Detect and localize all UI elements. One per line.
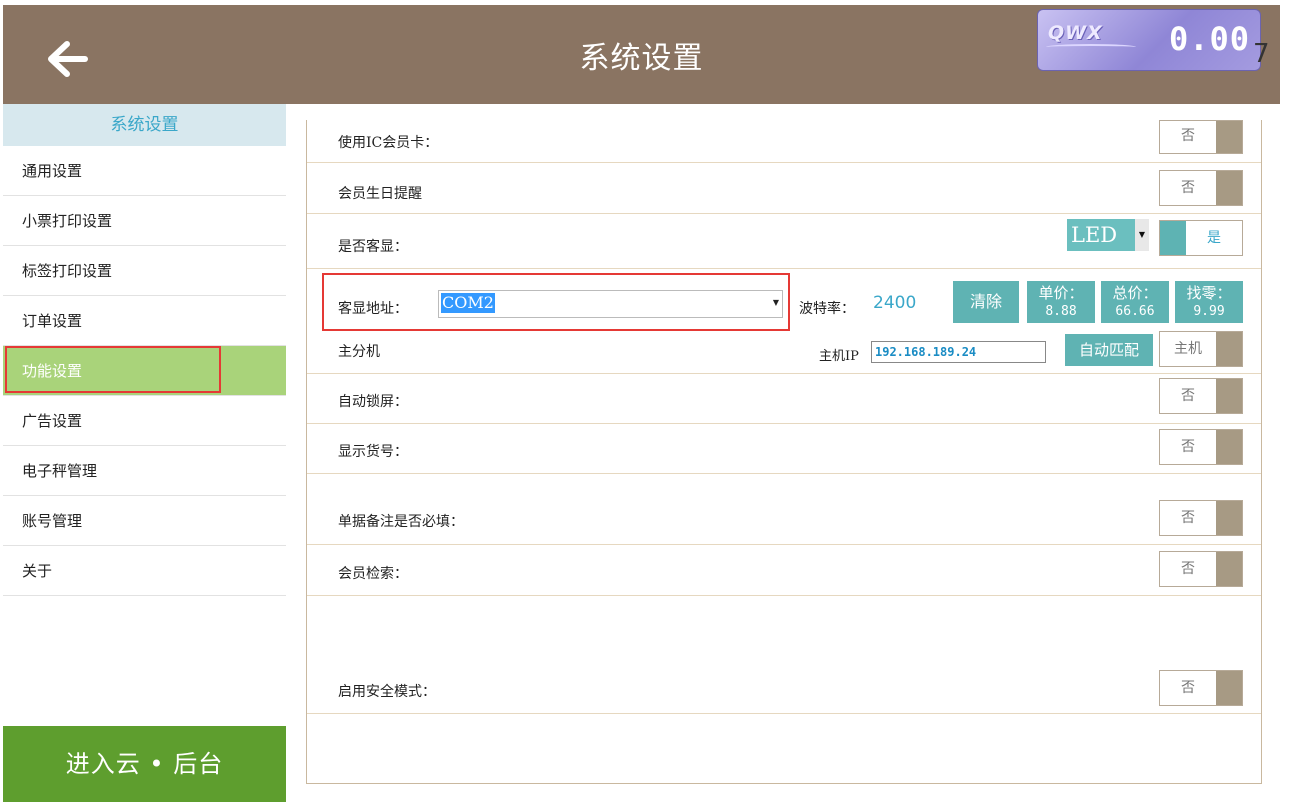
toggle-text: 否 [1181, 128, 1195, 144]
setting-row-member-search: 会员检索： 否 [307, 545, 1261, 596]
show-sku-label: 显示货号： [338, 444, 408, 460]
function-highlight-box [5, 346, 221, 393]
toggle-knob [1160, 221, 1186, 255]
edge-digit: 7 [1253, 39, 1270, 69]
host-ip-input[interactable]: 192.168.189.24 [871, 341, 1046, 363]
setting-row-note-required: 单据备注是否必填： 否 [307, 474, 1261, 545]
toggle-knob [1216, 552, 1242, 586]
sidebar-item-scale[interactable]: 电子秤管理 [3, 446, 286, 496]
auto-match-button[interactable]: 自动匹配 [1065, 334, 1153, 366]
display-type-value: LED [1071, 223, 1118, 247]
toggle-knob [1216, 332, 1242, 366]
total-price-button[interactable]: 总价： 66.66 [1101, 281, 1169, 323]
ic-card-label: 使用IC会员卡： [338, 135, 439, 151]
toggle-knob [1216, 171, 1242, 205]
toggle-text: 否 [1181, 439, 1195, 455]
change-button[interactable]: 找零： 9.99 [1175, 281, 1243, 323]
host-ip-label: 主机IP [819, 349, 859, 364]
safe-mode-toggle[interactable]: 否 [1159, 670, 1243, 706]
toggle-text: 是 [1207, 230, 1221, 246]
toggle-text: 否 [1181, 510, 1195, 526]
toggle-knob [1216, 121, 1242, 153]
setting-row-ic-card: 使用IC会员卡： 否 [307, 120, 1261, 163]
sidebar-item-label-print[interactable]: 标签打印设置 [3, 246, 286, 296]
change-value: 9.99 [1193, 304, 1225, 319]
display-amount: 0.00 [1168, 20, 1250, 58]
toggle-knob [1216, 430, 1242, 464]
sidebar-item-about[interactable]: 关于 [3, 546, 286, 596]
display-address-highlight-box [322, 273, 790, 331]
show-sku-toggle[interactable]: 否 [1159, 429, 1243, 465]
customer-display-toggle[interactable]: 是 [1159, 220, 1243, 256]
total-price-label: 总价： [1112, 284, 1158, 302]
ic-card-toggle[interactable]: 否 [1159, 120, 1243, 154]
sidebar-item-general[interactable]: 通用设置 [3, 146, 286, 196]
unit-price-button[interactable]: 单价： 8.88 [1027, 281, 1095, 323]
baud-label: 波特率： [799, 301, 855, 317]
customer-display-panel: QWX 0.00 [1037, 9, 1261, 71]
note-required-label: 单据备注是否必填： [338, 514, 464, 530]
toggle-text: 否 [1181, 180, 1195, 196]
sidebar-item-order[interactable]: 订单设置 [3, 296, 286, 346]
clear-button[interactable]: 清除 [953, 281, 1019, 323]
display-logo: QWX [1048, 22, 1103, 44]
sidebar-item-ads[interactable]: 广告设置 [3, 396, 286, 446]
toggle-text: 否 [1181, 680, 1195, 696]
setting-row-safe-mode: 启用安全模式： 否 [307, 596, 1261, 714]
setting-row-auto-lock: 自动锁屏： 否 [307, 374, 1261, 424]
logo-swoosh-icon [1046, 44, 1136, 50]
safe-mode-label: 启用安全模式： [338, 684, 436, 700]
baud-value: 2400 [873, 293, 917, 313]
chevron-down-icon: ▼ [1135, 219, 1149, 251]
customer-display-label: 是否客显： [338, 239, 408, 255]
host-role-toggle[interactable]: 主机 [1159, 331, 1243, 367]
note-required-toggle[interactable]: 否 [1159, 500, 1243, 536]
member-search-label: 会员检索： [338, 566, 408, 582]
auto-lock-label: 自动锁屏： [338, 394, 408, 410]
setting-row-show-sku: 显示货号： 否 [307, 424, 1261, 474]
unit-price-value: 8.88 [1045, 304, 1077, 319]
birthday-toggle[interactable]: 否 [1159, 170, 1243, 206]
member-search-toggle[interactable]: 否 [1159, 551, 1243, 587]
top-bar: 系统设置 QWX 0.00 7 [3, 5, 1280, 104]
total-price-value: 66.66 [1115, 304, 1155, 319]
toggle-text: 否 [1181, 388, 1195, 404]
toggle-knob [1216, 501, 1242, 535]
birthday-label: 会员生日提醒 [338, 186, 422, 202]
change-label: 找零： [1186, 284, 1232, 302]
sidebar-heading: 系统设置 [3, 104, 286, 146]
host-label: 主分机 [338, 344, 380, 360]
unit-price-label: 单价： [1038, 284, 1084, 302]
settings-panel: 使用IC会员卡： 否 会员生日提醒 否 是否客显： LED ▼ 是 客显地址： … [306, 120, 1262, 784]
toggle-knob [1216, 671, 1242, 705]
enter-cloud-backend-button[interactable]: 进入云 • 后台 [3, 726, 286, 802]
sidebar-item-receipt-print[interactable]: 小票打印设置 [3, 196, 286, 246]
display-type-select[interactable]: LED ▼ [1067, 219, 1149, 251]
toggle-knob [1216, 379, 1242, 413]
auto-lock-toggle[interactable]: 否 [1159, 378, 1243, 414]
setting-row-birthday: 会员生日提醒 否 [307, 163, 1261, 214]
toggle-text: 否 [1181, 561, 1195, 577]
toggle-text: 主机 [1174, 341, 1202, 357]
sidebar-item-account[interactable]: 账号管理 [3, 496, 286, 546]
